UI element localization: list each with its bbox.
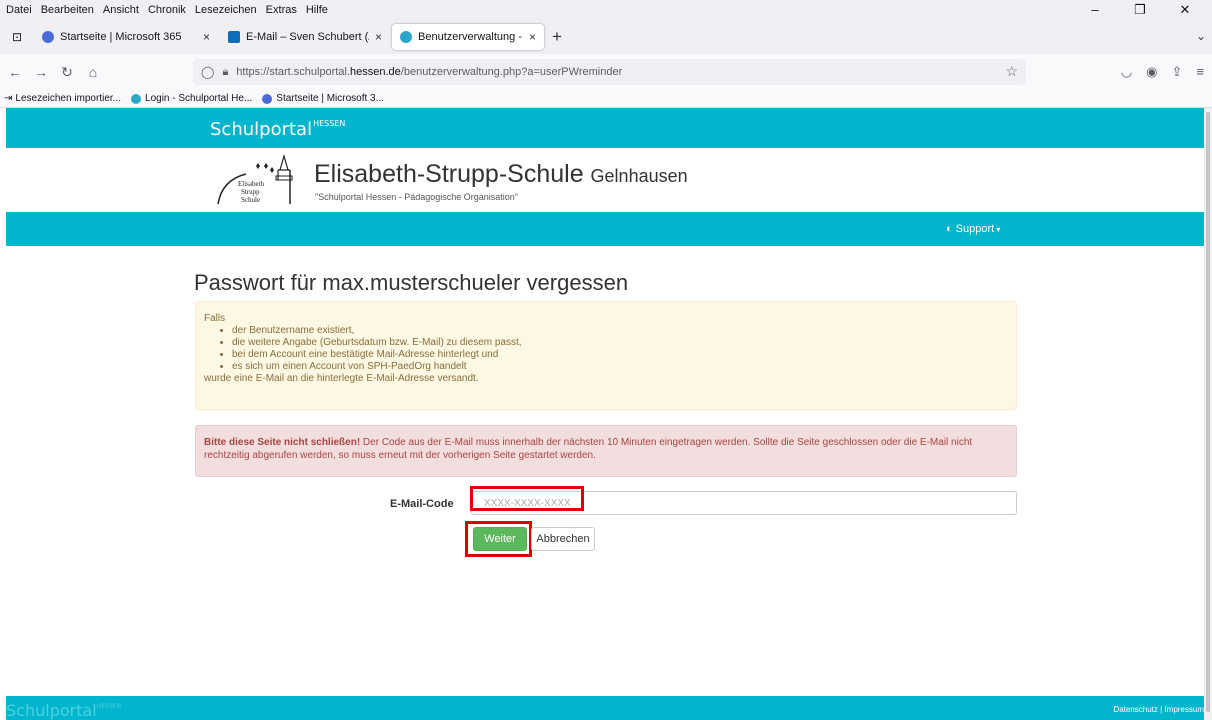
footer-links[interactable]: Datenschutz | Impressum	[1113, 705, 1204, 714]
warning-bold: Bitte diese Seite nicht schließen!	[204, 437, 361, 448]
globe-icon	[400, 31, 412, 43]
outlook-icon	[228, 31, 240, 43]
close-window-icon[interactable]: ✕	[1167, 2, 1203, 18]
warning-alert: Bitte diese Seite nicht schließen! Der C…	[195, 425, 1017, 477]
list-item: es sich um einen Account von SPH-PaedOrg…	[232, 361, 1016, 373]
crest-line-3: Schule	[241, 196, 260, 204]
crest-line-1: Elisabeth	[238, 180, 265, 188]
school-subtitle: "Schulportal Hessen - Pädagogische Organ…	[315, 192, 519, 202]
share-icon[interactable]: ⇪	[1172, 64, 1183, 80]
url-text[interactable]: https://start.schulportal.hessen.de/benu…	[236, 66, 622, 78]
tab-microsoft-365[interactable]: Startseite | Microsoft 365 ×	[34, 24, 218, 50]
close-tab-icon[interactable]: ×	[529, 30, 536, 44]
account-icon[interactable]: ◉	[1146, 64, 1157, 80]
bookmarks-bar: ⇥ Lesezeichen importier... Login - Schul…	[0, 90, 1212, 108]
address-bar[interactable]: ◯ 🔒︎ https://start.schulportal.hessen.de…	[193, 59, 1026, 85]
footer: SchulportalHESSEN Datenschutz | Impressu…	[6, 696, 1204, 720]
info-outro: wurde eine E-Mail an die hinterlegte E-M…	[204, 373, 479, 384]
caret-down-icon: ▾	[996, 224, 1001, 234]
menu-extras[interactable]: Extras	[266, 4, 297, 16]
menu-bar: Datei Bearbeiten Ansicht Chronik Lesezei…	[0, 0, 1212, 20]
tab-email[interactable]: E-Mail – Sven Schubert (Admin ×	[220, 24, 390, 50]
schulportal-logo[interactable]: SchulportalHESSEN	[210, 119, 345, 140]
school-name: Elisabeth-Strupp-Schule Gelnhausen	[314, 160, 688, 188]
bookmark-login[interactable]: Login - Schulportal He...	[131, 93, 252, 104]
school-city: Gelnhausen	[590, 166, 688, 186]
support-menu[interactable]: ◐ Support ▾	[946, 223, 1000, 235]
menu-ansicht[interactable]: Ansicht	[103, 4, 139, 16]
menu-chronik[interactable]: Chronik	[148, 4, 186, 16]
tab-list-icon[interactable]: ⊡	[0, 30, 34, 44]
next-button[interactable]: Weiter	[473, 527, 527, 551]
portal-nav-band: ◐ Support ▾	[6, 212, 1204, 246]
window-controls: – ❐ ✕	[1077, 2, 1212, 18]
info-list: der Benutzername existiert, die weitere …	[232, 325, 1016, 373]
page-content: SchulportalHESSEN Elisabeth Strupp Schul…	[6, 108, 1204, 720]
menu-datei[interactable]: Datei	[6, 4, 32, 16]
m365-icon	[262, 93, 273, 104]
page-scrollbar[interactable]	[1204, 108, 1212, 720]
pocket-icon[interactable]: ◡	[1121, 64, 1132, 80]
import-icon: ⇥	[4, 93, 13, 104]
restore-icon[interactable]: ❐	[1122, 2, 1158, 18]
back-icon[interactable]: ←	[4, 64, 26, 80]
menu-lesezeichen[interactable]: Lesezeichen	[195, 4, 257, 16]
home-icon[interactable]: ⌂	[82, 64, 104, 80]
headset-icon: ◐	[946, 223, 953, 235]
list-item: der Benutzername existiert,	[232, 325, 1016, 337]
info-intro: Falls	[204, 313, 226, 324]
reload-icon[interactable]: ↻	[56, 64, 78, 81]
list-item: bei dem Account eine bestätigte Mail-Adr…	[232, 349, 1016, 361]
footer-logo: SchulportalHESSEN	[6, 701, 121, 720]
email-code-input[interactable]	[471, 491, 1017, 515]
chevron-down-icon[interactable]: ⌄	[1196, 29, 1206, 43]
page-title: Passwort für max.musterschueler vergesse…	[194, 270, 629, 295]
tab-title: E-Mail – Sven Schubert (Admin	[246, 31, 369, 43]
navigation-bar: ← → ↻ ⌂ ◯ 🔒︎ https://start.schulportal.h…	[0, 54, 1212, 90]
bookmark-import[interactable]: ⇥ Lesezeichen importier...	[4, 93, 121, 104]
tab-title: Benutzerverwaltung - Schulport	[418, 31, 523, 43]
m365-icon	[42, 31, 54, 43]
tab-title: Startseite | Microsoft 365	[60, 31, 182, 43]
forward-icon[interactable]: →	[30, 64, 52, 80]
globe-icon	[131, 93, 142, 104]
school-crest-icon: Elisabeth Strupp Schule	[217, 153, 293, 205]
portal-top-band: SchulportalHESSEN	[6, 108, 1204, 148]
info-alert: Falls der Benutzername existiert, die we…	[195, 301, 1017, 410]
lock-icon[interactable]: 🔒︎	[222, 66, 228, 79]
school-header: Elisabeth Strupp Schule Elisabeth-Strupp…	[6, 148, 1204, 212]
close-tab-icon[interactable]: ×	[203, 30, 210, 44]
close-tab-icon[interactable]: ×	[375, 30, 382, 44]
email-code-label: E-Mail-Code	[390, 498, 454, 510]
toolbar-icons: ◡ ◉ ⇪ ≡	[1107, 64, 1204, 80]
bookmark-m365[interactable]: Startseite | Microsoft 3...	[262, 93, 384, 104]
menu-hilfe[interactable]: Hilfe	[306, 4, 328, 16]
menu-icon[interactable]: ≡	[1196, 64, 1204, 80]
shield-icon[interactable]: ◯	[201, 65, 214, 79]
bookmark-star-icon[interactable]: ☆	[1005, 63, 1018, 80]
minimize-icon[interactable]: –	[1077, 2, 1113, 18]
new-tab-button[interactable]: +	[552, 27, 562, 47]
list-item: die weitere Angabe (Geburtsdatum bzw. E-…	[232, 337, 1016, 349]
tab-bar: ⊡ Startseite | Microsoft 365 × E-Mail – …	[0, 20, 1212, 54]
menu-bearbeiten[interactable]: Bearbeiten	[41, 4, 94, 16]
crest-line-2: Strupp	[241, 188, 260, 196]
cancel-button[interactable]: Abbrechen	[531, 527, 595, 551]
tab-benutzerverwaltung[interactable]: Benutzerverwaltung - Schulport ×	[392, 24, 544, 50]
scrollbar-thumb[interactable]	[1206, 112, 1210, 712]
